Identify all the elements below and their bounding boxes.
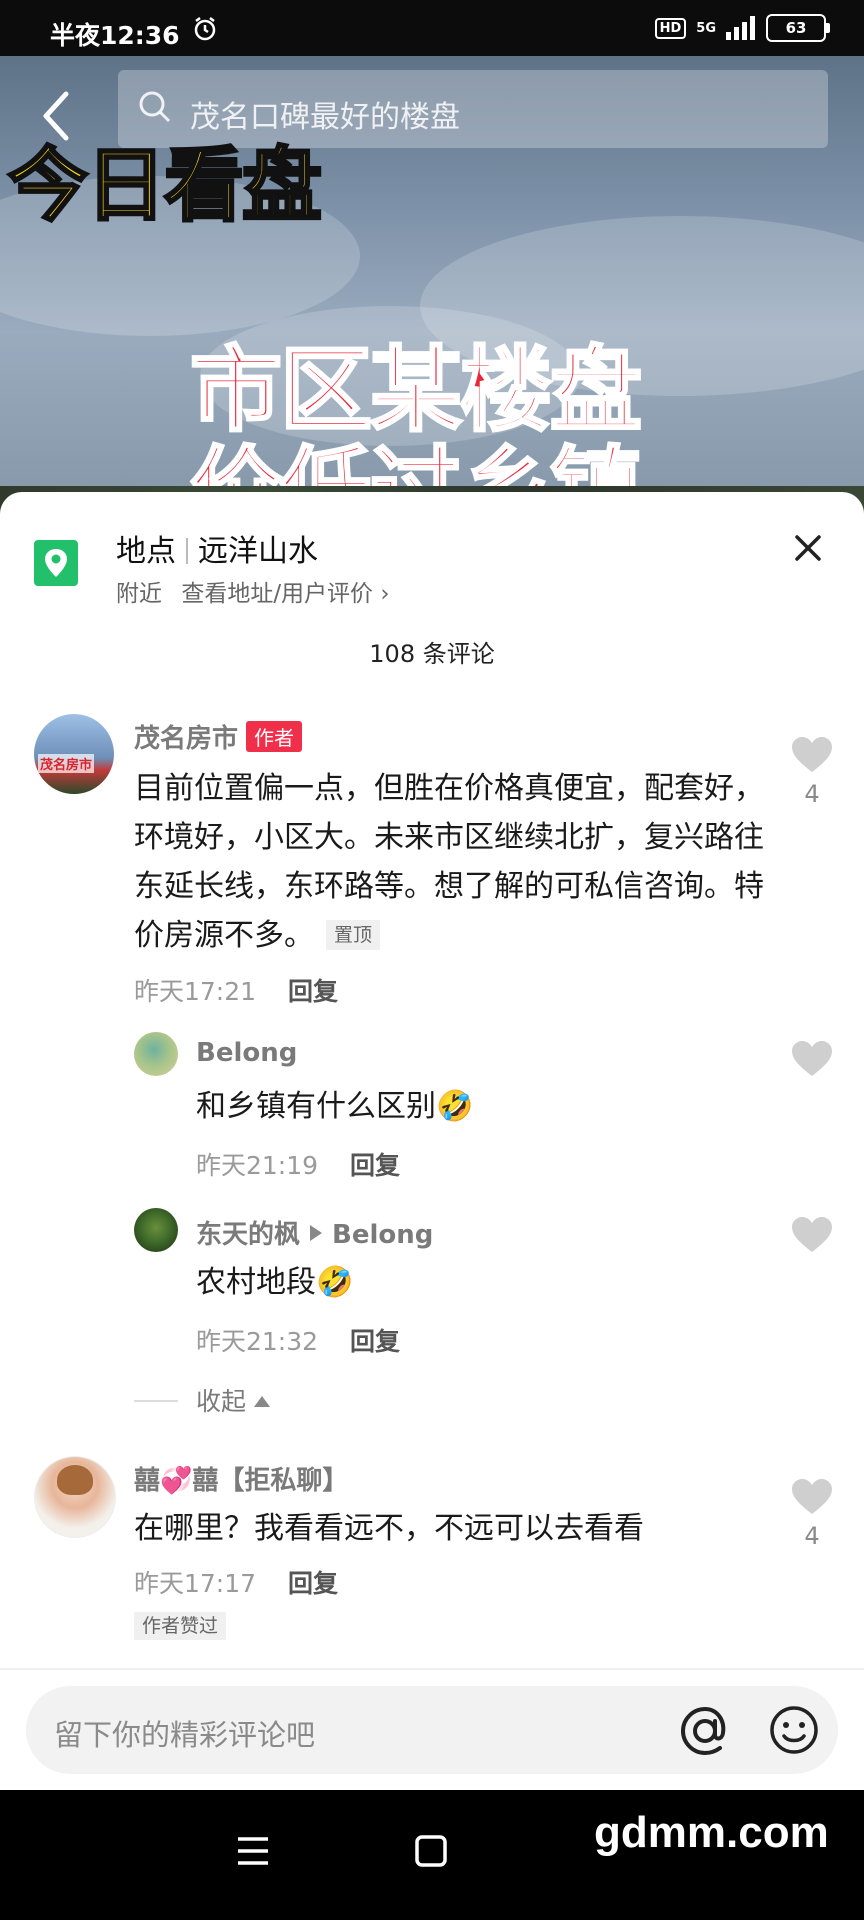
like-button[interactable]: 4 (789, 1478, 835, 1550)
search-icon (139, 91, 171, 123)
menu-icon[interactable] (236, 1836, 270, 1866)
author-liked-badge: 作者赞过 (134, 1612, 227, 1640)
status-bar: 半夜12:36 HD 5G 63 (0, 0, 864, 56)
like-button[interactable] (789, 1216, 835, 1258)
reply-time: 昨天21:32 (196, 1327, 319, 1356)
avatar[interactable] (134, 1032, 178, 1076)
video-overlay-title: 今日看盘 (7, 138, 324, 234)
avatar[interactable] (134, 1208, 178, 1252)
heart-icon (792, 737, 832, 772)
comment-username[interactable]: 囍💞囍【拒私聊】 (134, 1460, 348, 1497)
like-count: 4 (804, 780, 820, 808)
heart-icon (792, 1217, 832, 1252)
reply-meta: 昨天21:19 回复 (196, 1146, 400, 1182)
reply-to-arrow-icon (310, 1225, 323, 1241)
status-time: 半夜12:36 (50, 21, 180, 50)
video-background[interactable]: 茂名口碑最好的楼盘 今日看盘 市区某楼盘 价低过乡镇 (0, 56, 864, 516)
location-pin-icon (34, 540, 78, 586)
close-icon[interactable] (790, 530, 826, 566)
reply-button[interactable]: 回复 (350, 1327, 400, 1356)
reply-text[interactable]: 和乡镇有什么区别🤣 (196, 1082, 776, 1131)
collapse-replies-button[interactable]: 收起 (134, 1382, 271, 1418)
comment-sheet: 地点 远洋山水 附近 查看地址/用户评价 › 108 条评论 茂名房市 茂名房市作… (0, 492, 864, 1790)
emoji-icon[interactable] (768, 1704, 820, 1756)
heart-icon (792, 1041, 832, 1076)
comment-time: 昨天17:21 (134, 977, 257, 1006)
comment-username[interactable]: 茂名房市 作者 (134, 718, 303, 755)
reply-to-user[interactable]: Belong (332, 1220, 433, 1250)
reply-username[interactable]: 东天的枫 Belong (196, 1214, 433, 1251)
pinned-badge: 置顶 (326, 920, 381, 950)
reply-text[interactable]: 农村地段🤣 (196, 1258, 776, 1307)
watermark: gdmm.com (594, 1808, 829, 1857)
avatar[interactable] (34, 1456, 116, 1538)
chevron-up-icon (254, 1396, 271, 1407)
alarm-icon (194, 17, 216, 41)
comment-input-placeholder: 留下你的精彩评论吧 (54, 1718, 316, 1752)
comment-meta: 昨天17:17 回复 (134, 1564, 338, 1600)
location-title[interactable]: 地点 远洋山水 (116, 526, 318, 570)
video-headline-line1: 市区某楼盘 (188, 337, 643, 444)
mention-icon[interactable] (678, 1704, 732, 1758)
divider (0, 1668, 864, 1670)
reply-button[interactable]: 回复 (288, 1569, 338, 1598)
avatar-label: 茂名房市 (38, 754, 95, 773)
reply-username[interactable]: Belong (196, 1038, 297, 1068)
reply-time: 昨天21:19 (196, 1151, 319, 1180)
signal-icon (726, 16, 755, 40)
location-subtitle[interactable]: 附近 查看地址/用户评价 › (116, 574, 390, 608)
comment-meta: 昨天17:21 回复 (134, 972, 338, 1008)
comment-text[interactable]: 在哪里？我看看远不，不远可以去看看 (134, 1504, 774, 1553)
location-label: 地点 (116, 534, 176, 569)
heart-icon (792, 1479, 832, 1514)
network-label: 5G (696, 20, 716, 36)
home-icon[interactable] (414, 1834, 448, 1868)
comment-count: 108 条评论 (369, 640, 495, 668)
reply-meta: 昨天21:32 回复 (196, 1322, 400, 1358)
battery-indicator: 63 (766, 14, 830, 42)
avatar[interactable]: 茂名房市 (34, 714, 114, 794)
location-nearby: 附近 (116, 581, 162, 607)
location-address-link[interactable]: 查看地址/用户评价 › (181, 581, 389, 607)
like-count: 4 (804, 1522, 820, 1550)
reply-button[interactable]: 回复 (288, 977, 338, 1006)
hd-badge: HD (654, 17, 687, 39)
comment-input[interactable]: 留下你的精彩评论吧 (26, 1686, 838, 1774)
comment-time: 昨天17:17 (134, 1569, 257, 1598)
like-button[interactable] (789, 1040, 835, 1082)
comment-text[interactable]: 目前位置偏一点，但胜在价格真便宜，配套好，环境好，小区大。未来市区继续北扩，复兴… (134, 764, 774, 960)
like-button[interactable]: 4 (789, 736, 835, 808)
reply-button[interactable]: 回复 (350, 1151, 400, 1180)
author-badge: 作者 (246, 721, 303, 752)
location-name: 远洋山水 (198, 534, 318, 569)
